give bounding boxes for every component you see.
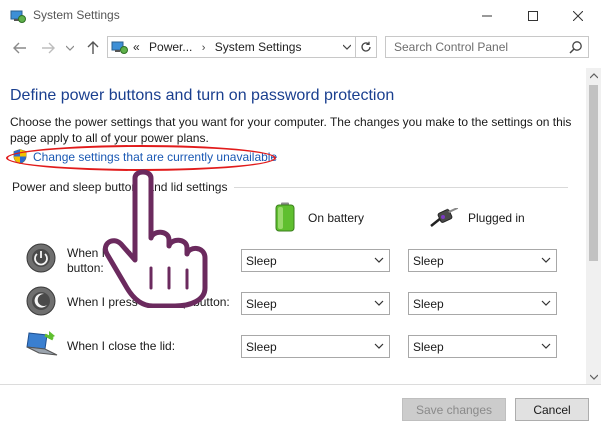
recent-locations-button[interactable] bbox=[64, 38, 76, 58]
chevron-down-icon bbox=[374, 257, 384, 263]
select-value: Sleep bbox=[413, 297, 444, 311]
scroll-up-button[interactable] bbox=[586, 68, 601, 83]
power-button-battery-select[interactable]: Sleep bbox=[241, 249, 390, 272]
refresh-button[interactable] bbox=[355, 36, 377, 58]
vertical-scrollbar[interactable] bbox=[586, 68, 601, 384]
select-value: Sleep bbox=[246, 340, 277, 354]
power-plug-icon bbox=[430, 208, 459, 227]
chevron-up-icon bbox=[589, 72, 598, 78]
breadcrumb-separator-icon: › bbox=[201, 42, 206, 54]
breadcrumb: « Power... › System Settings bbox=[133, 40, 301, 54]
laptop-lid-icon bbox=[26, 331, 58, 356]
close-window-button[interactable] bbox=[555, 0, 601, 31]
footer-divider bbox=[0, 384, 601, 385]
breadcrumb-overflow[interactable]: « bbox=[133, 40, 140, 54]
battery-icon bbox=[275, 202, 295, 232]
chevron-down-icon bbox=[374, 343, 384, 349]
on-battery-header: On battery bbox=[308, 211, 365, 225]
breadcrumb-item-system-settings[interactable]: System Settings bbox=[215, 40, 302, 54]
close-lid-plugged-select[interactable]: Sleep bbox=[408, 335, 557, 358]
select-value: Sleep bbox=[413, 340, 444, 354]
forward-button[interactable] bbox=[38, 38, 58, 58]
navigation-bar: « Power... › System Settings bbox=[0, 34, 601, 62]
refresh-icon bbox=[361, 41, 371, 52]
chevron-down-icon bbox=[541, 300, 551, 306]
close-icon bbox=[573, 10, 583, 21]
select-value: Sleep bbox=[246, 254, 277, 268]
search-input[interactable] bbox=[390, 38, 568, 56]
window-title: System Settings bbox=[33, 8, 120, 22]
minimize-button[interactable] bbox=[464, 0, 510, 31]
chevron-down-icon bbox=[342, 44, 352, 50]
close-lid-battery-select[interactable]: Sleep bbox=[241, 335, 390, 358]
section-title: Power and sleep buttons and lid settings bbox=[12, 180, 228, 194]
address-bar[interactable]: « Power... › System Settings bbox=[107, 36, 356, 58]
sleep-button-battery-select[interactable]: Sleep bbox=[241, 292, 390, 315]
breadcrumb-item-power[interactable]: Power... bbox=[149, 40, 192, 54]
up-button[interactable] bbox=[83, 38, 103, 58]
back-button[interactable] bbox=[10, 38, 30, 58]
plugged-in-header: Plugged in bbox=[468, 211, 525, 225]
control-panel-icon bbox=[10, 10, 26, 23]
close-lid-label: When I close the lid: bbox=[67, 339, 176, 353]
sleep-button-label: When I press the sleep button: bbox=[67, 295, 230, 309]
maximize-icon bbox=[528, 10, 538, 21]
minimize-icon bbox=[482, 15, 492, 16]
sleep-button-icon bbox=[26, 286, 56, 316]
settings-content: Define power buttons and turn on passwor… bbox=[0, 68, 586, 384]
power-button-plugged-select[interactable]: Sleep bbox=[408, 249, 557, 272]
arrow-left-icon bbox=[13, 42, 26, 54]
page-title: Define power buttons and turn on passwor… bbox=[10, 87, 395, 104]
address-dropdown-button[interactable] bbox=[342, 42, 352, 52]
control-panel-icon bbox=[111, 41, 128, 54]
maximize-button[interactable] bbox=[510, 0, 556, 31]
select-value: Sleep bbox=[413, 254, 444, 268]
select-value: Sleep bbox=[246, 297, 277, 311]
highlight-ellipse bbox=[6, 145, 276, 171]
page-description: Choose the power settings that you want … bbox=[10, 115, 572, 145]
system-settings-window: System Settings « Power... › System Sett… bbox=[0, 0, 601, 432]
save-changes-button[interactable]: Save changes bbox=[402, 398, 506, 421]
scroll-thumb[interactable] bbox=[589, 85, 598, 261]
arrow-up-icon bbox=[87, 41, 99, 54]
sleep-button-plugged-select[interactable]: Sleep bbox=[408, 292, 557, 315]
chevron-down-icon bbox=[541, 343, 551, 349]
chevron-down-icon bbox=[374, 300, 384, 306]
chevron-down-icon bbox=[589, 374, 598, 380]
title-bar: System Settings bbox=[0, 0, 601, 31]
section-divider bbox=[234, 187, 568, 188]
power-button-icon bbox=[26, 243, 56, 273]
scroll-down-button[interactable] bbox=[586, 369, 601, 384]
power-button-label: When I press the power button: bbox=[67, 246, 194, 275]
search-box[interactable] bbox=[385, 36, 589, 58]
chevron-down-icon bbox=[66, 45, 74, 51]
search-icon[interactable] bbox=[569, 40, 583, 54]
arrow-right-icon bbox=[42, 42, 55, 54]
cancel-button[interactable]: Cancel bbox=[515, 398, 589, 421]
chevron-down-icon bbox=[541, 257, 551, 263]
